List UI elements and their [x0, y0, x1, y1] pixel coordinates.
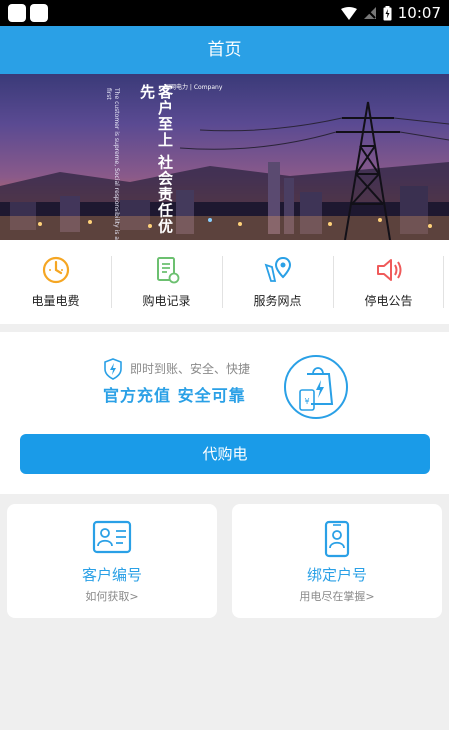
speaker-icon [376, 259, 401, 281]
nav-electricity-bill[interactable]: 电量电费 [0, 240, 111, 324]
nav-label: 停电公告 [364, 294, 413, 308]
promo-banner[interactable]: 客户至上 社会责任优先 The customer is supreme, Soc… [0, 74, 449, 240]
status-time: 10:07 [397, 4, 441, 22]
recharge-panel: 即时到账、安全、快捷 官方充值 安全可靠 ¥ 代购电 [0, 332, 449, 494]
id-card-icon [92, 520, 132, 554]
banner-slogan: 客户至上 社会责任优先 [138, 84, 174, 235]
card-link[interactable]: 如何获取> [7, 588, 217, 604]
nav-service-outlets[interactable]: 服务网点 [222, 240, 333, 324]
recharge-headline: 官方充值 安全可靠 [103, 386, 246, 405]
card-title: 绑定户号 [306, 566, 367, 584]
nav-purchase-records[interactable]: 购电记录 [111, 240, 222, 324]
nav-label: 服务网点 [253, 294, 302, 308]
notification-icon [30, 4, 48, 22]
quick-nav: 电量电费 购电记录 服务网点 停电公告 [0, 240, 449, 324]
banner-slogan-english: The customer is supreme, Social responsi… [105, 88, 120, 240]
customer-number-card[interactable]: 客户编号 如何获取> [7, 504, 217, 618]
shopping-bag-icon: ¥ [284, 355, 348, 419]
location-icon [264, 256, 291, 282]
nav-divider [443, 256, 444, 308]
svg-text:¥: ¥ [304, 397, 309, 406]
nav-label: 购电记录 [142, 294, 191, 308]
banner-logo-text: 国网电力 | Company [164, 84, 223, 91]
nav-label: 电量电费 [31, 294, 80, 308]
no-signal-icon [363, 7, 376, 19]
card-link[interactable]: 用电尽在掌握> [232, 588, 442, 604]
nav-outage-notice[interactable]: 停电公告 [333, 240, 444, 324]
recharge-subtitle: 即时到账、安全、快捷 [130, 362, 251, 376]
battery-icon [383, 5, 392, 20]
status-bar: 10:07 [0, 0, 449, 26]
notification-icon [8, 4, 26, 22]
page-title: 首页 [0, 26, 449, 74]
proxy-purchase-button[interactable]: 代购电 [20, 434, 430, 474]
card-title: 客户编号 [81, 566, 142, 584]
wifi-icon [340, 6, 357, 20]
receipt-icon [156, 257, 179, 284]
bind-account-card[interactable]: 绑定户号 用电尽在掌握> [232, 504, 442, 618]
shield-bolt-icon [104, 358, 122, 380]
phone-user-icon [324, 520, 350, 558]
meter-icon [42, 256, 69, 284]
city-tower-scene [0, 101, 449, 240]
